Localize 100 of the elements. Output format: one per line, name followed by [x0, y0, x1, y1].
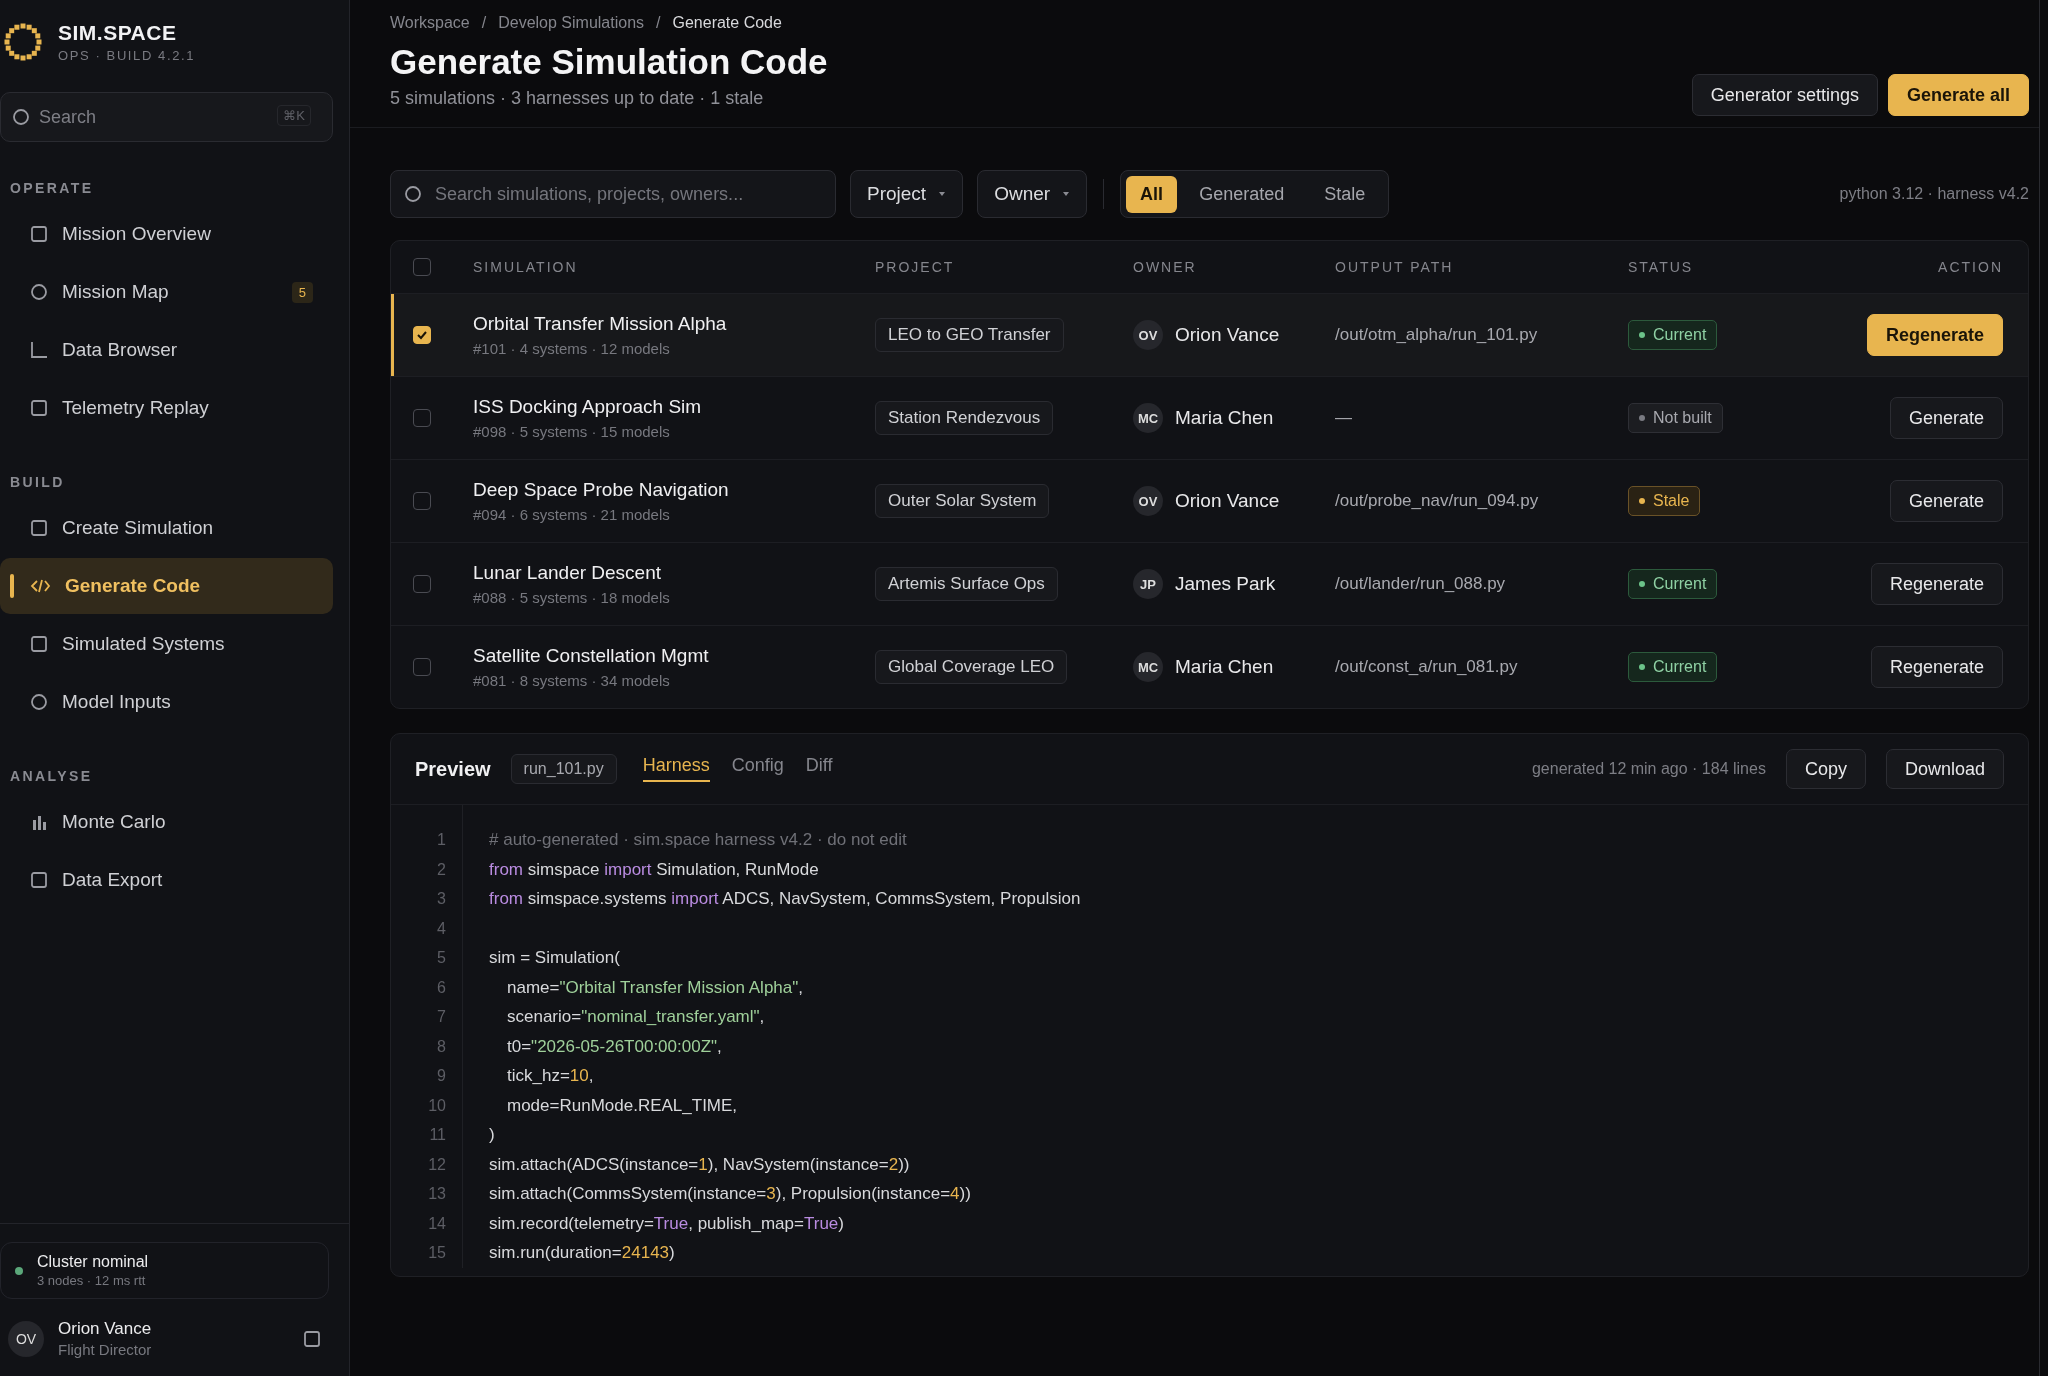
table-row[interactable]: Deep Space Probe Navigation #094 · 6 systems · 21 models Outer Solar System OV Orion Vance /out/probe_nav/run_094.py Stale Generate [391, 459, 2028, 542]
preview-tab[interactable]: Harness [642, 750, 710, 782]
nav-item[interactable]: Generate Code [0, 558, 333, 614]
search-field[interactable]: Search simulations, projects, owners... [390, 170, 836, 218]
output-path: /out/lander/run_088.py [1335, 574, 1507, 594]
line-number: 3 [436, 889, 446, 909]
avatar: MC [1133, 403, 1163, 433]
line-number: 14 [427, 1213, 446, 1234]
select-all-checkbox[interactable] [413, 258, 431, 276]
row-checkbox[interactable] [413, 409, 431, 427]
code-line: sim.run(duration=24143) [489, 1242, 676, 1264]
row-action-button[interactable]: Regenerate [1870, 646, 2003, 688]
caret-icon [938, 191, 947, 197]
table-row[interactable]: ISS Docking Approach Sim #098 · 5 systems · 15 models Station Rendezvous MC Maria Chen — Not built Generate [391, 376, 2028, 459]
nav-item[interactable]: Model Inputs [0, 674, 333, 730]
code-line: ) [489, 1124, 496, 1146]
line-number: 2 [436, 859, 446, 880]
avatar: OV [1133, 320, 1163, 350]
nav-item[interactable]: Mission Map 5 [0, 264, 333, 320]
row-action-button[interactable]: Generate [1889, 480, 2003, 522]
copy-button[interactable]: Copy [1785, 749, 1866, 789]
user-name: Orion Vance [58, 1319, 153, 1339]
project-tag: LEO to GEO Transfer [875, 318, 1064, 352]
generate-all-button[interactable]: Generate all [1887, 74, 2029, 116]
nav-item[interactable]: Monte Carlo [0, 794, 333, 850]
file-name: run_101.py [510, 754, 617, 784]
breadcrumb-link[interactable]: Workspace [390, 14, 470, 32]
code-line: from simspace.systems import ADCS, NavSystem, CommsSystem, Propulsion [489, 888, 1082, 910]
simulation-name: Deep Space Probe Navigation [473, 479, 730, 501]
row-checkbox[interactable] [413, 326, 431, 344]
square-icon [303, 1329, 321, 1348]
row-action-button[interactable]: Generate [1889, 397, 2003, 439]
nav-item[interactable]: Data Browser [0, 322, 333, 378]
code-line: scenario="nominal_transfer.yaml", [506, 1006, 766, 1028]
cluster-status: Cluster nominal [37, 1253, 149, 1271]
line-number: 10 [427, 1095, 446, 1116]
filter-segment[interactable]: Generated [1181, 175, 1303, 213]
nav-item[interactable]: Simulated Systems [0, 616, 333, 672]
column-header: ACTION [1937, 259, 2003, 275]
page-title: Generate Simulation Code [390, 42, 828, 82]
project-tag: Artemis Surface Ops [875, 567, 1058, 601]
download-button[interactable]: Download [1885, 749, 2004, 789]
row-action-button[interactable]: Regenerate [1866, 314, 2003, 356]
circle-icon [30, 283, 48, 301]
code-line: from simspace import Simulation, RunMode [489, 858, 820, 881]
cluster-detail: 3 nodes · 12 ms rtt [37, 1273, 147, 1288]
line-number: 9 [436, 1066, 446, 1086]
row-checkbox[interactable] [413, 658, 431, 676]
simulation-name: Satellite Constellation Mgmt [473, 645, 710, 667]
simulation-meta: #094 · 6 systems · 21 models [473, 506, 671, 523]
breadcrumb-separator: / [481, 14, 487, 32]
code-line: tick_hz=10, [506, 1065, 595, 1087]
avatar: MC [1133, 652, 1163, 682]
nav-item[interactable]: Data Export [0, 852, 333, 908]
filter-dropdown[interactable]: Project [850, 170, 964, 218]
circle-icon [30, 693, 48, 711]
nav-item[interactable]: Telemetry Replay [0, 380, 333, 436]
generation-info: generated 12 min ago · 184 lines [1531, 760, 1766, 778]
row-action-button[interactable]: Regenerate [1870, 563, 2003, 605]
user-role: Flight Director [58, 1341, 153, 1358]
code-line: sim = Simulation( [489, 947, 621, 969]
logo-icon [2, 21, 44, 63]
breadcrumb-link[interactable]: Develop Simulations [498, 14, 645, 32]
filter-segment[interactable]: All [1126, 175, 1178, 213]
settings-button[interactable]: Generator settings [1691, 74, 1878, 116]
preview-tab[interactable]: Diff [805, 750, 833, 782]
table-row[interactable]: Orbital Transfer Mission Alpha #101 · 4 systems · 12 models LEO to GEO Transfer OV Orion Vance /out/otm_alpha/run_101.py Current Regenerate [391, 293, 2028, 376]
line-number: 8 [436, 1036, 446, 1057]
preview-tab[interactable]: Config [731, 750, 784, 782]
brand-name: SIM.SPACE [58, 21, 178, 45]
check-icon [416, 329, 428, 341]
code-line: sim.record(telemetry=True, publish_map=True) [489, 1212, 845, 1235]
shortcut-hint: ⌘K [277, 105, 311, 126]
status-badge: Current [1628, 569, 1718, 599]
column-header: STATUS [1628, 259, 1695, 275]
owner-name: Maria Chen [1175, 407, 1274, 429]
square-icon [30, 225, 48, 243]
owner-name: Maria Chen [1175, 656, 1274, 678]
caret-icon [1062, 191, 1071, 197]
preview-title: Preview [415, 757, 491, 781]
avatar: JP [1133, 569, 1163, 599]
filter-segment[interactable]: Stale [1306, 175, 1384, 213]
row-checkbox[interactable] [413, 575, 431, 593]
breadcrumb-separator: / [656, 14, 661, 32]
nav-item[interactable]: Mission Overview [0, 206, 333, 262]
section-label: ANALYSE [9, 768, 94, 784]
line-number: 4 [436, 918, 446, 939]
project-tag: Station Rendezvous [875, 401, 1054, 435]
line-number: 11 [428, 1125, 446, 1145]
code-line: name="Orbital Transfer Mission Alpha", [506, 976, 805, 999]
nav-item[interactable]: Create Simulation [0, 500, 333, 556]
simulation-meta: #088 · 5 systems · 18 models [473, 589, 671, 606]
table-row[interactable]: Satellite Constellation Mgmt #081 · 8 systems · 34 models Global Coverage LEO MC Maria Chen /out/const_a/run_081.py Current Regenerate [391, 625, 2028, 708]
table-row[interactable]: Lunar Lander Descent #088 · 5 systems · 18 models Artemis Surface Ops JP James Park /out/lander/run_088.py Current Regenerate [391, 542, 2028, 625]
line-number: 6 [436, 977, 446, 998]
row-checkbox[interactable] [413, 492, 431, 510]
square-icon [30, 635, 48, 653]
filter-dropdown[interactable]: Owner [977, 170, 1088, 218]
avatar: OV [8, 1320, 44, 1357]
avatar: OV [1133, 486, 1163, 516]
